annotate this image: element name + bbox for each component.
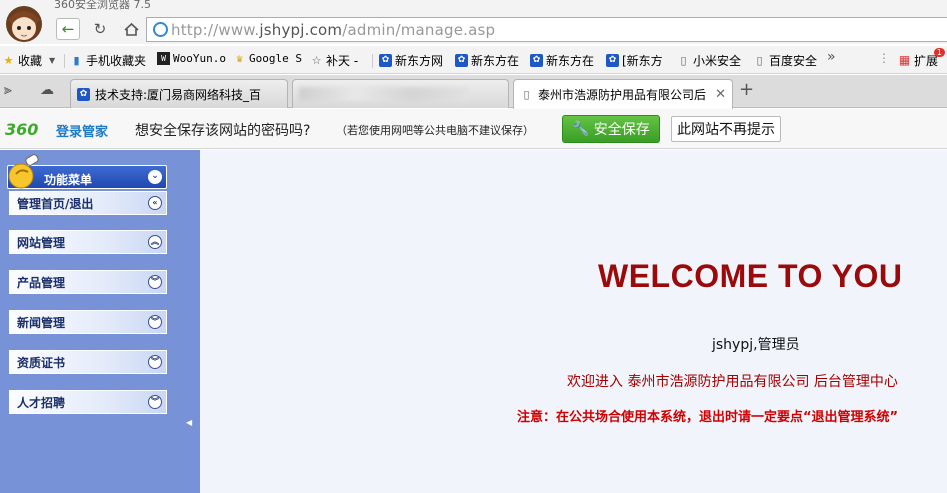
wrench-icon: 🔧 bbox=[572, 121, 590, 137]
menu-item-news-management[interactable]: 新闻管理 ︾ bbox=[9, 310, 167, 334]
sidebar-toggle-icon[interactable]: ⫸ bbox=[4, 82, 12, 98]
page-icon: ▯ bbox=[523, 88, 530, 101]
menu-item-recruitment[interactable]: 人才招聘 ︾ bbox=[9, 390, 167, 414]
page-icon: ▯ bbox=[756, 54, 763, 67]
address-bar[interactable]: http://www.jshypj.com/admin/manage.asp bbox=[146, 17, 947, 42]
chevron-down-icon[interactable]: ︾ bbox=[148, 275, 162, 289]
save-password-question: 想安全保存该网站的密码吗? bbox=[135, 123, 311, 139]
home-icon bbox=[123, 22, 139, 36]
baidu-paw-icon: ✿ bbox=[455, 54, 468, 67]
blurred-tab-title bbox=[299, 87, 469, 101]
divider bbox=[64, 54, 65, 68]
baidu-paw-icon: ✿ bbox=[530, 54, 543, 67]
menu-header-label: 功能菜单 bbox=[44, 173, 93, 187]
baidu-paw-icon: ✿ bbox=[606, 54, 619, 67]
star-outline-icon: ☆ bbox=[311, 54, 322, 67]
arrow-left-icon: ← bbox=[61, 20, 75, 38]
360-logo: 360 bbox=[5, 120, 39, 139]
never-ask-button[interactable]: 此网站不再提示 bbox=[671, 116, 781, 142]
menu-badge-icon bbox=[8, 154, 39, 189]
site-globe-icon bbox=[153, 22, 168, 37]
logout-warning: 注意：在公共场合使用本系统，退出时请一定要点“退出管理系统” bbox=[517, 410, 899, 425]
close-icon[interactable]: ✕ bbox=[715, 87, 726, 102]
chevron-double-down-icon[interactable]: ⌄ bbox=[148, 170, 162, 184]
star-icon: ★ bbox=[3, 54, 14, 67]
cloud-icon[interactable]: ☁ bbox=[40, 82, 54, 98]
save-password-hint: （若您使用网吧等公共电脑不建议保存） bbox=[336, 124, 534, 137]
current-user: jshypj,管理员 bbox=[712, 337, 800, 353]
bookmark-xdf-1[interactable]: ✿ 新东方网 bbox=[379, 52, 443, 69]
bookmark-xdf-4[interactable]: ✿ [新东方 bbox=[606, 52, 663, 69]
more-bookmarks-button[interactable]: » bbox=[827, 49, 836, 65]
chevron-down-icon[interactable]: ︾ bbox=[148, 315, 162, 329]
dropdown-arrow-icon: ▼ bbox=[49, 56, 56, 65]
back-button[interactable]: ← bbox=[56, 18, 80, 40]
admin-sidebar: 功能菜单 ⌄ 管理首页/退出 « 网站管理 ︽ 产品管理 ︾ 新闻管理 ︾ 资质… bbox=[0, 150, 200, 493]
baidu-paw-icon: ✿ bbox=[379, 54, 392, 67]
home-button[interactable] bbox=[119, 18, 143, 40]
refresh-icon: ↻ bbox=[93, 20, 107, 38]
chevron-down-icon[interactable]: ︾ bbox=[148, 355, 162, 369]
menu-item-home-logout[interactable]: 管理首页/退出 « bbox=[9, 191, 167, 215]
menu-item-product-management[interactable]: 产品管理 ︾ bbox=[9, 270, 167, 294]
url-text[interactable]: http://www.jshypj.com/admin/manage.asp bbox=[171, 21, 495, 39]
menu-header[interactable]: 功能菜单 ⌄ bbox=[7, 154, 167, 189]
tab-title: 技术支持:厦门易商网络科技_百 bbox=[95, 87, 262, 102]
refresh-button[interactable]: ↻ bbox=[88, 18, 112, 40]
secure-save-button[interactable]: 🔧 安全保存 bbox=[562, 115, 660, 143]
favorites-menu[interactable]: ★ 收藏 ▼ bbox=[2, 52, 56, 69]
browser-title-bar: 360安全浏览器 7.5 bbox=[0, 0, 947, 14]
chevron-up-icon[interactable]: ︽ bbox=[148, 235, 162, 249]
wooyun-icon: W bbox=[157, 52, 170, 65]
tab-strip: ⫸ ☁ ✿ 技术支持:厦门易商网络科技_百 ▯ 泰州市浩源防护用品有限公司后 ✕… bbox=[0, 75, 947, 109]
divider bbox=[372, 54, 373, 68]
chevron-down-icon[interactable]: ︾ bbox=[148, 395, 162, 409]
main-content: WELCOME TO YOU jshypj,管理员 欢迎进入 泰州市浩源防护用品… bbox=[200, 150, 947, 493]
phone-icon: ▮ bbox=[73, 54, 80, 67]
menu-item-certificates[interactable]: 资质证书 ︾ bbox=[9, 350, 167, 374]
navigation-bar: ← ↻ http://www.jshypj.com/admin/manage.a… bbox=[0, 14, 947, 44]
tab-admin-active[interactable]: ▯ 泰州市浩源防护用品有限公司后 ✕ bbox=[513, 79, 733, 109]
extensions-badge: 1 bbox=[933, 48, 945, 57]
browser-title: 360安全浏览器 7.5 bbox=[54, 0, 151, 11]
tab-blurred[interactable] bbox=[292, 79, 509, 108]
grid-icon: ▦ bbox=[898, 53, 911, 67]
bookmark-butian[interactable]: ☆ 补天 - bbox=[310, 52, 359, 69]
trophy-icon: ♛ bbox=[236, 52, 243, 65]
tab-title: 泰州市浩源防护用品有限公司后 bbox=[538, 88, 707, 102]
more-options-icon[interactable]: ⋮ bbox=[878, 51, 890, 65]
sidebar-collapse-arrow-icon[interactable]: ◀ bbox=[186, 418, 192, 427]
login-manager-label: 登录管家 bbox=[56, 125, 109, 140]
bookmark-xdf-2[interactable]: ✿ 新东方在 bbox=[455, 52, 519, 69]
baidu-paw-icon: ✿ bbox=[77, 87, 90, 101]
bookmark-mobile[interactable]: ▮ 手机收藏夹 bbox=[70, 52, 146, 69]
extensions-button[interactable]: ▦ 扩展 bbox=[898, 52, 938, 69]
new-tab-button[interactable]: + bbox=[739, 79, 754, 100]
welcome-heading: WELCOME TO YOU bbox=[598, 258, 903, 294]
page-icon: ▯ bbox=[680, 54, 687, 67]
bookmark-google[interactable]: ♛ Google S bbox=[233, 52, 302, 65]
bookmark-wooyun[interactable]: W WooYun.o bbox=[157, 52, 226, 65]
bookmark-mi-security[interactable]: ▯ 小米安全 bbox=[677, 52, 741, 69]
chevron-left-icon[interactable]: « bbox=[148, 196, 162, 210]
bookmark-baidu-security[interactable]: ▯ 百度安全 bbox=[753, 52, 817, 69]
bookmark-xdf-3[interactable]: ✿ 新东方在 bbox=[530, 52, 594, 69]
password-save-bar: 360 登录管家 想安全保存该网站的密码吗? （若您使用网吧等公共电脑不建议保存… bbox=[0, 109, 947, 149]
welcome-message: 欢迎进入 泰州市浩源防护用品有限公司 后台管理中心 bbox=[567, 374, 898, 390]
bookmarks-bar: ★ 收藏 ▼ ▮ 手机收藏夹 W WooYun.o ♛ Google S ☆ 补… bbox=[0, 46, 947, 74]
menu-item-site-management[interactable]: 网站管理 ︽ bbox=[9, 230, 167, 254]
tab-tech-support[interactable]: ✿ 技术支持:厦门易商网络科技_百 bbox=[70, 79, 288, 108]
user-avatar[interactable] bbox=[0, 0, 50, 44]
